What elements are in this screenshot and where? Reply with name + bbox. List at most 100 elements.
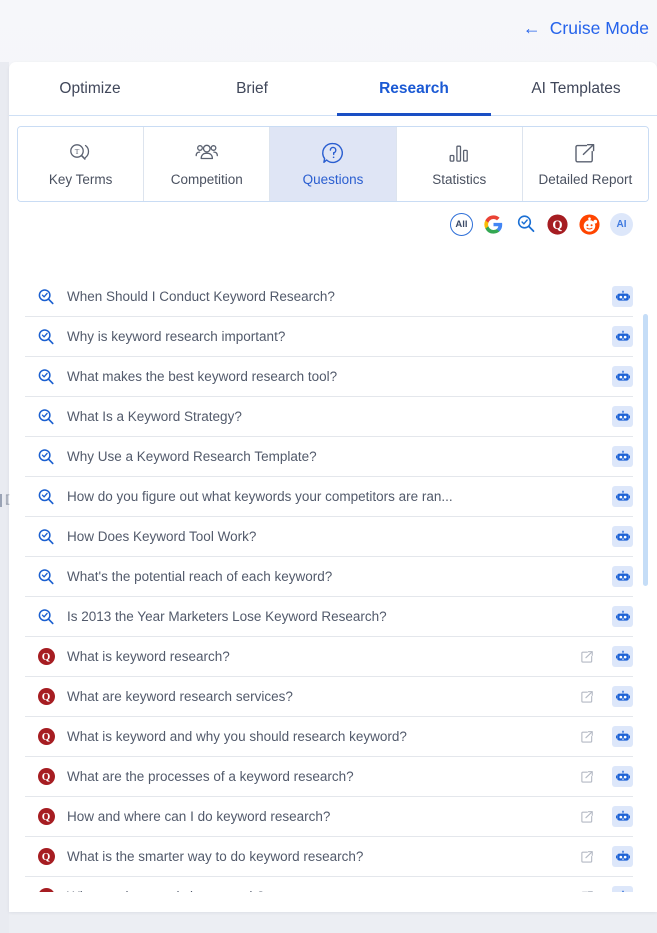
quora-source-icon: Q <box>25 848 67 865</box>
question-row[interactable]: Q What is the smarter way to do keyword r… <box>25 837 633 877</box>
external-link-icon <box>573 141 597 165</box>
question-row[interactable]: When Should I Conduct Keyword Research? <box>25 277 633 317</box>
tab-research-label: Research <box>379 79 449 97</box>
tab-ai-templates-label: AI Templates <box>531 79 621 97</box>
subtab-detailed-report-label: Detailed Report <box>538 172 633 187</box>
subtab-competition[interactable]: Competition <box>144 127 271 201</box>
tab-optimize[interactable]: Optimize <box>9 62 171 115</box>
question-row[interactable]: How do you figure out what keywords your… <box>25 477 633 517</box>
question-text: Why is keyword research important? <box>67 329 286 344</box>
subtab-detailed-report[interactable]: Detailed Report <box>522 127 648 201</box>
subtab-competition-label: Competition <box>170 172 243 187</box>
cruise-mode-label: Cruise Mode <box>549 17 649 38</box>
ai-generate-answer-button[interactable] <box>612 446 633 467</box>
google-icon <box>484 214 503 234</box>
question-row[interactable]: Is 2013 the Year Marketers Lose Keyword … <box>25 597 633 637</box>
quora-icon: Q <box>547 213 568 235</box>
quora-source-icon: Q <box>25 728 67 745</box>
question-text: How Does Keyword Tool Work? <box>67 529 257 544</box>
question-row[interactable]: How Does Keyword Tool Work? <box>25 517 633 557</box>
subtab-statistics[interactable]: Statistics <box>396 127 523 201</box>
tab-brief[interactable]: Brief <box>171 62 333 115</box>
quora-source-icon: Q <box>25 648 67 665</box>
questions-list: When Should I Conduct Keyword Research? W… <box>9 277 657 892</box>
svg-text:Q: Q <box>552 216 562 231</box>
filter-google[interactable] <box>482 213 505 236</box>
ai-generate-answer-button[interactable] <box>612 806 633 827</box>
subtab-key-terms[interactable]: T Key Terms <box>18 127 145 201</box>
quora-source-icon: Q <box>25 688 67 705</box>
subtab-questions[interactable]: Questions <box>270 127 397 201</box>
top-bar: ← Cruise Mode <box>0 0 657 56</box>
question-text: What is the smarter way to do keyword re… <box>67 849 364 864</box>
ai-generate-answer-button[interactable] <box>612 406 633 427</box>
ai-generate-answer-button[interactable] <box>612 326 633 347</box>
question-text: What Is a Keyword Strategy? <box>67 409 242 424</box>
question-bubble-icon <box>321 141 345 165</box>
question-row[interactable]: What makes the best keyword research too… <box>25 357 633 397</box>
back-arrow-icon: ← <box>522 18 541 38</box>
ai-generate-answer-button[interactable] <box>612 686 633 707</box>
filter-people-also-ask[interactable] <box>514 213 537 236</box>
ai-generate-answer-button[interactable] <box>612 766 633 787</box>
people-also-ask-source-icon <box>25 368 67 386</box>
open-external-link-button[interactable] <box>572 890 602 892</box>
question-row[interactable]: Q What are the processes of a keyword res… <box>25 757 633 797</box>
ai-generate-answer-button[interactable] <box>612 366 633 387</box>
open-external-link-button[interactable] <box>572 770 602 784</box>
question-text: What are the processes of a keyword rese… <box>67 769 354 784</box>
open-external-link-button[interactable] <box>572 690 602 704</box>
questions-scrollbar-thumb[interactable] <box>643 314 648 586</box>
question-text: What are key words in research? <box>67 889 572 892</box>
people-also-ask-source-icon <box>25 288 67 306</box>
filter-all-label: All <box>455 218 468 230</box>
tab-ai-templates[interactable]: AI Templates <box>495 62 657 115</box>
cruise-mode-button[interactable]: ← Cruise Mode <box>523 18 649 39</box>
tab-research[interactable]: Research <box>333 62 495 116</box>
filter-quora[interactable]: Q <box>546 213 569 236</box>
people-also-ask-source-icon <box>25 408 67 426</box>
question-row[interactable]: What's the potential reach of each keywo… <box>25 557 633 597</box>
ai-generate-answer-button[interactable] <box>612 606 633 627</box>
subtab-key-terms-label: Key Terms <box>48 172 113 187</box>
question-row[interactable]: Why Use a Keyword Research Template? <box>25 437 633 477</box>
source-filter-bar: All Q AI <box>9 202 657 246</box>
quora-source-icon: Q <box>25 808 67 825</box>
question-row[interactable]: Q What are keyword research services? <box>25 677 633 717</box>
question-row[interactable]: QWhat are key words in research? <box>25 877 633 892</box>
resize-bar <box>0 493 2 507</box>
open-external-link-button[interactable] <box>572 810 602 824</box>
question-row[interactable]: Q How and where can I do keyword research… <box>25 797 633 837</box>
question-text: How do you figure out what keywords your… <box>67 489 453 504</box>
filter-all[interactable]: All <box>450 212 473 236</box>
people-also-ask-source-icon <box>25 528 67 546</box>
ai-generate-answer-button[interactable] <box>612 566 633 587</box>
people-also-ask-source-icon <box>25 568 67 586</box>
people-also-ask-source-icon <box>25 448 67 466</box>
question-row[interactable]: What Is a Keyword Strategy? <box>25 397 633 437</box>
question-row[interactable]: Why is keyword research important? <box>25 317 633 357</box>
question-text: What's the potential reach of each keywo… <box>67 569 333 584</box>
ai-generate-answer-button[interactable] <box>612 526 633 547</box>
bar-chart-icon <box>447 141 471 165</box>
ai-generate-answer-button[interactable] <box>612 646 633 667</box>
ai-generate-answer-button[interactable] <box>612 486 633 507</box>
questions-scrollbar-track[interactable] <box>643 279 648 890</box>
panel-resize-handle[interactable]: ⟦ <box>0 493 12 507</box>
ai-generate-answer-button[interactable] <box>612 726 633 747</box>
filter-ai[interactable]: AI <box>610 212 633 236</box>
open-external-link-button[interactable] <box>572 650 602 664</box>
ai-generate-answer-button[interactable] <box>612 886 633 892</box>
ai-generate-answer-button[interactable] <box>612 846 633 867</box>
subtab-questions-label: Questions <box>302 172 364 187</box>
tab-optimize-label: Optimize <box>59 79 121 97</box>
open-external-link-button[interactable] <box>572 850 602 864</box>
question-text: Is 2013 the Year Marketers Lose Keyword … <box>67 609 387 624</box>
ai-generate-answer-button[interactable] <box>612 286 633 307</box>
question-row[interactable]: Q What is keyword and why you should rese… <box>25 717 633 757</box>
key-terms-icon: T <box>68 141 94 165</box>
svg-text:T: T <box>74 147 79 156</box>
filter-reddit[interactable] <box>578 213 601 236</box>
question-row[interactable]: Q What is keyword research? <box>25 637 633 677</box>
open-external-link-button[interactable] <box>572 730 602 744</box>
